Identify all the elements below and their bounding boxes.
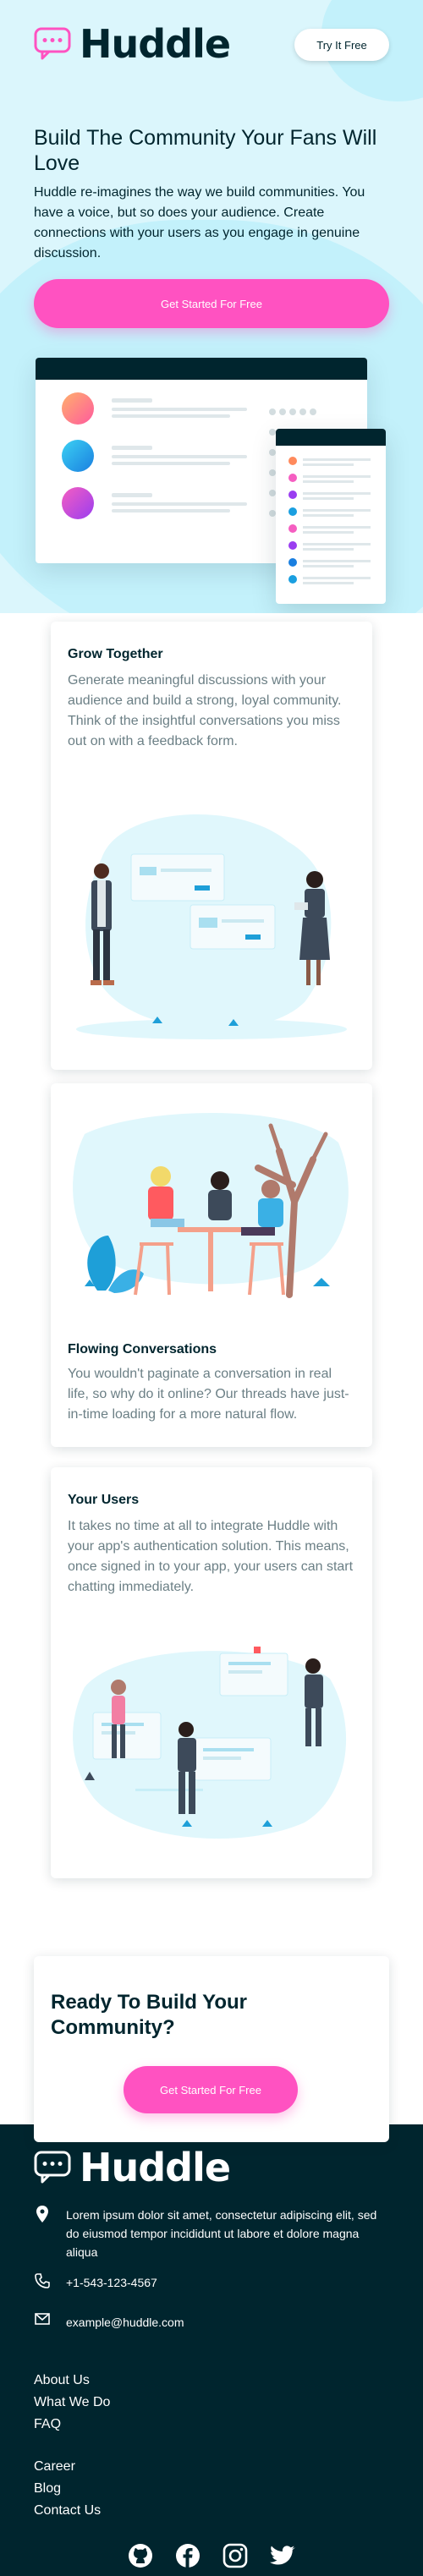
feature-card-grow-together: Grow Together Generate meaningful discus… <box>51 622 372 1070</box>
site-header: Huddle Try It Free <box>34 24 389 64</box>
footer-links-col1: About Us What We Do FAQ <box>34 2370 110 2436</box>
mockup-titlebar <box>36 358 367 380</box>
feature-title: Your Users <box>68 1493 140 1507</box>
location-pin-icon <box>34 2206 51 2261</box>
footer-logo[interactable]: Huddle <box>34 2145 231 2190</box>
mobile-mockup-illustration <box>276 429 386 604</box>
chat-bubble-logo-icon <box>34 2151 71 2184</box>
phone-number[interactable]: +1-543-123-4567 <box>66 2273 157 2292</box>
footer-link-what-we-do[interactable]: What We Do <box>34 2392 110 2414</box>
address-text: Lorem ipsum dolor sit amet, consectetur … <box>66 2208 377 2259</box>
hero-description: Huddle re-imagines the way we build comm… <box>34 185 365 260</box>
people-at-table-illustration <box>73 1113 349 1298</box>
footer-address: Lorem ipsum dolor sit amet, consectetur … <box>34 2206 389 2261</box>
feature-card-flowing-conversations: Flowing Conversations You wouldn't pagin… <box>51 1083 372 1447</box>
footer-phone: +1-543-123-4567 <box>34 2273 389 2292</box>
footer-links-col2: Career Blog Contact Us <box>34 2456 101 2522</box>
footer-link-faq[interactable]: FAQ <box>34 2414 110 2436</box>
try-it-free-button[interactable]: Try It Free <box>294 29 389 61</box>
footer-logo-text: Huddle <box>80 2145 231 2190</box>
phone-icon <box>34 2273 51 2292</box>
instagram-icon[interactable] <box>222 2542 249 2569</box>
hero-section: Huddle Try It Free Build The Community Y… <box>0 0 423 613</box>
cta-section: Ready To Build Your Community? Get Start… <box>34 1956 389 2142</box>
feature-text: It takes no time at all to integrate Hud… <box>68 1519 354 1594</box>
chat-bubble-logo-icon <box>34 27 71 60</box>
email-icon <box>34 2313 51 2332</box>
mockup-titlebar <box>276 429 386 446</box>
facebook-icon[interactable] <box>174 2542 201 2569</box>
footer-link-contact-us[interactable]: Contact Us <box>34 2500 101 2522</box>
site-footer: Huddle Lorem ipsum dolor sit amet, conse… <box>0 2124 423 2576</box>
people-discussing-illustration <box>76 814 347 1039</box>
footer-link-about-us[interactable]: About Us <box>34 2370 110 2392</box>
hero-title: Build The Community Your Fans Will Love <box>34 126 377 175</box>
cta-title: Ready To Build Your Community? <box>51 1991 248 2039</box>
social-links <box>127 2542 296 2569</box>
get-started-button[interactable]: Get Started For Free <box>124 2066 298 2113</box>
mobile-mockup-content <box>284 435 371 584</box>
twitter-icon[interactable] <box>269 2542 296 2569</box>
email-address[interactable]: example@huddle.com <box>66 2313 184 2332</box>
feature-title: Grow Together <box>68 647 163 661</box>
logo-text: Huddle <box>80 21 231 67</box>
users-chatting-illustration <box>73 1647 347 1839</box>
feature-text: Generate meaningful discussions with you… <box>68 673 342 748</box>
logo[interactable]: Huddle <box>34 21 231 67</box>
footer-link-blog[interactable]: Blog <box>34 2478 101 2500</box>
footer-link-career[interactable]: Career <box>34 2456 101 2478</box>
get-started-button[interactable]: Get Started For Free <box>34 279 389 328</box>
feature-text: You wouldn't paginate a conversation in … <box>68 1367 349 1422</box>
feature-title: Flowing Conversations <box>68 1342 217 1357</box>
feature-card-your-users: Your Users It takes no time at all to in… <box>51 1467 372 1878</box>
footer-email: example@huddle.com <box>34 2313 389 2332</box>
github-icon[interactable] <box>127 2542 154 2569</box>
